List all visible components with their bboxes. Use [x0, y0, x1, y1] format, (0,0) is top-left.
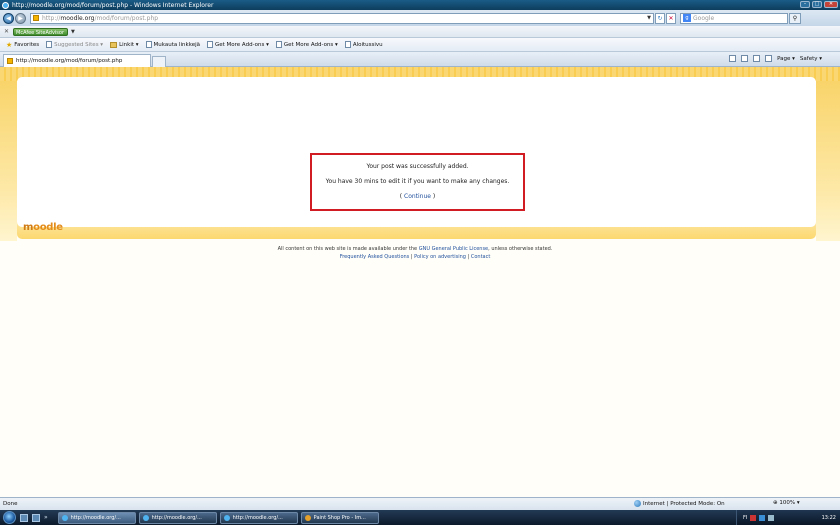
- mail-icon[interactable]: [753, 55, 761, 62]
- success-message: Your post was successfully added.: [366, 163, 469, 170]
- favorites-button[interactable]: ★ Favorites: [6, 41, 39, 49]
- get-more-addons-button-1[interactable]: Get More Add-ons ▾: [207, 41, 269, 48]
- advertising-policy-link[interactable]: Policy on advertising: [414, 254, 466, 260]
- mukauta-linkkeja-link[interactable]: Mukauta linkkejä: [145, 41, 200, 48]
- license-notice: All content on this web site is made ava…: [277, 246, 553, 252]
- page-icon: [46, 41, 53, 48]
- address-toolbar: ◀ ▶ http://moodle.org/mod/forum/post.php…: [0, 10, 840, 26]
- edit-time-message: You have 30 mins to edit it if you want …: [325, 178, 510, 185]
- moodle-favicon-icon: [33, 15, 39, 21]
- taskbar-item-paintshop[interactable]: Paint Shop Pro - Im...: [300, 511, 379, 524]
- close-button[interactable]: ✕: [824, 1, 838, 8]
- taskbar-item-ie-3[interactable]: http://moodle.org/...: [219, 511, 298, 524]
- ie-icon: [223, 514, 230, 521]
- page-icon: [275, 41, 282, 48]
- zoom-control[interactable]: ⊕ 100% ▾: [773, 500, 800, 506]
- maximize-button[interactable]: □: [812, 1, 822, 8]
- clock[interactable]: 13:22: [822, 515, 836, 521]
- page-icon: [344, 41, 351, 48]
- feeds-icon[interactable]: [741, 55, 749, 62]
- page-icon: [207, 41, 213, 48]
- tray-network-icon[interactable]: [759, 514, 766, 521]
- gpl-link[interactable]: GNU General Public License: [419, 246, 488, 252]
- left-gradient: [0, 81, 17, 241]
- star-icon: ★: [6, 40, 13, 49]
- address-bar[interactable]: http://moodle.org/mod/forum/post.php ▼: [30, 12, 654, 24]
- aloitussivu-link[interactable]: Aloitussivu: [344, 41, 383, 48]
- faq-link[interactable]: Frequently Asked Questions: [340, 254, 410, 260]
- home-icon[interactable]: [729, 55, 737, 62]
- status-text: Done: [3, 501, 18, 507]
- minimize-button[interactable]: –: [800, 1, 810, 8]
- address-dropdown-icon[interactable]: ▼: [647, 15, 651, 21]
- system-tray: FI 13:22: [736, 510, 840, 525]
- paintshop-icon: [304, 514, 311, 521]
- ie-logo-icon: [2, 1, 9, 9]
- quicklaunch-icon[interactable]: [32, 513, 40, 522]
- google-icon: g: [683, 14, 691, 22]
- right-gradient: [816, 81, 840, 241]
- print-icon[interactable]: [765, 55, 773, 62]
- stop-button[interactable]: ✕: [666, 12, 676, 24]
- success-message-box: Your post was successfully added. You ha…: [310, 153, 525, 211]
- contact-link[interactable]: Contact: [471, 254, 490, 260]
- moodle-logo[interactable]: moodle: [23, 222, 63, 233]
- moodle-favicon-icon: [7, 58, 13, 64]
- new-tab-button[interactable]: [152, 56, 166, 67]
- page-menu[interactable]: Page ▾: [777, 56, 795, 62]
- mcafee-close-button[interactable]: ✕: [4, 28, 9, 35]
- search-box[interactable]: g Google: [680, 12, 788, 24]
- search-button[interactable]: ⚲: [789, 12, 801, 24]
- get-more-addons-button-2[interactable]: Get More Add-ons ▾: [275, 41, 338, 48]
- linkit-button[interactable]: Linkit ▾: [110, 41, 139, 48]
- taskbar: » http://moodle.org/... http://moodle.or…: [0, 510, 840, 525]
- mcafee-dropdown-icon[interactable]: ▼: [71, 29, 75, 35]
- mcafee-toolbar: ✕ McAfee SiteAdvisor ▼: [0, 26, 840, 38]
- start-button[interactable]: [3, 511, 16, 524]
- ie-icon: [142, 514, 149, 521]
- taskbar-item-ie-1[interactable]: http://moodle.org/...: [57, 511, 136, 524]
- quicklaunch-more-button[interactable]: »: [44, 514, 48, 521]
- page-content: moodle Your post was successfully added.…: [0, 67, 840, 497]
- suggested-sites-button[interactable]: Suggested Sites ▾: [46, 41, 103, 48]
- folder-icon: [110, 41, 118, 48]
- tray-app-icon[interactable]: [750, 514, 757, 521]
- refresh-button[interactable]: ↻: [655, 12, 665, 24]
- continue-line: ( Continue ): [399, 193, 436, 200]
- safety-menu[interactable]: Safety ▾: [800, 56, 822, 62]
- address-url[interactable]: http://moodle.org/mod/forum/post.php: [42, 15, 158, 22]
- search-input[interactable]: Google: [693, 15, 714, 22]
- favorites-bar: ★ Favorites Suggested Sites ▾ Linkit ▾ Mu…: [0, 38, 840, 52]
- tab-moodle-post[interactable]: http://moodle.org/mod/forum/post.php: [3, 54, 151, 67]
- security-zone[interactable]: Internet | Protected Mode: On: [634, 500, 725, 507]
- tab-row: http://moodle.org/mod/forum/post.php Pag…: [0, 52, 840, 67]
- ie-icon: [61, 514, 68, 521]
- globe-icon: [634, 500, 641, 507]
- footer-links: Frequently Asked Questions | Policy on a…: [339, 254, 491, 260]
- command-bar: Page ▾ Safety ▾: [729, 55, 822, 62]
- show-desktop-icon[interactable]: [20, 513, 28, 522]
- language-indicator[interactable]: FI: [743, 515, 747, 521]
- taskbar-item-ie-2[interactable]: http://moodle.org/...: [138, 511, 217, 524]
- continue-link[interactable]: Continue: [404, 193, 431, 200]
- mcafee-siteadvisor-button[interactable]: McAfee SiteAdvisor: [13, 27, 69, 36]
- tray-volume-icon[interactable]: [768, 514, 775, 521]
- forward-button[interactable]: ▶: [15, 12, 26, 24]
- window-titlebar: http://moodle.org/mod/forum/post.php - W…: [0, 0, 840, 10]
- back-button[interactable]: ◀: [3, 12, 14, 24]
- window-title: http://moodle.org/mod/forum/post.php - W…: [12, 1, 214, 9]
- status-bar: Done Internet | Protected Mode: On ⊕ 100…: [0, 497, 840, 510]
- page-icon: [145, 41, 152, 48]
